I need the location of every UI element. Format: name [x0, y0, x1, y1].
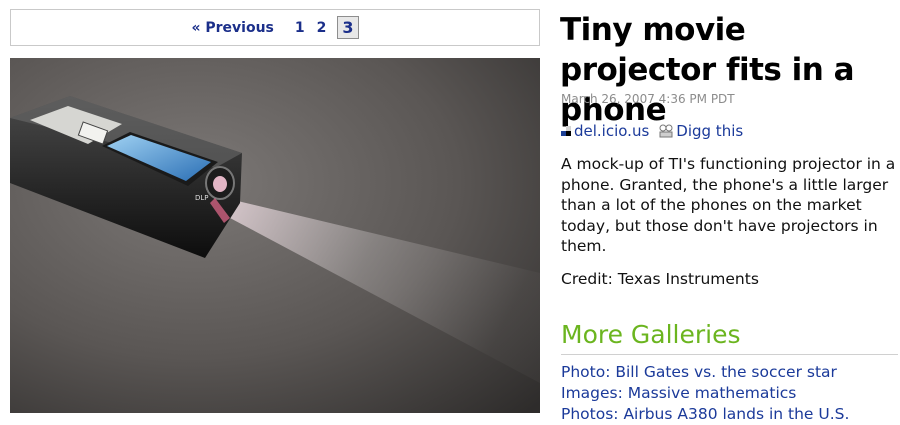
gallery-photo: DLP	[10, 58, 540, 413]
digg-link[interactable]: Digg this	[659, 122, 743, 140]
page-link-2[interactable]: 2	[317, 20, 327, 36]
page-link-1[interactable]: 1	[295, 20, 305, 36]
more-galleries-list: Photo: Bill Gates vs. the soccer star Im…	[561, 362, 849, 425]
digg-icon	[659, 124, 673, 138]
social-bookmarks: del.icio.us Digg this	[561, 122, 743, 140]
photo-caption: A mock-up of TI's functioning projector …	[561, 155, 896, 255]
digg-label: Digg this	[676, 122, 744, 140]
list-item: Photo: Bill Gates vs. the soccer star	[561, 362, 849, 383]
article-title: Tiny movie projector fits in a phone	[560, 12, 855, 128]
delicious-icon	[561, 126, 571, 136]
photo-credit: Credit: Texas Instruments	[561, 270, 759, 288]
list-item: Images: Massive mathematics	[561, 383, 849, 404]
more-galleries-heading: More Galleries	[561, 320, 741, 349]
gallery-link-mathematics[interactable]: Images: Massive mathematics	[561, 384, 796, 402]
article-date: March 26, 2007 4:36 PM PDT	[561, 92, 735, 106]
current-page: 3	[337, 16, 359, 39]
previous-link[interactable]: « Previous	[191, 20, 273, 36]
delicious-link[interactable]: del.icio.us	[561, 122, 649, 140]
gallery-pager: « Previous 1 2 3	[10, 9, 540, 46]
list-item: Photos: Airbus A380 lands in the U.S.	[561, 404, 849, 425]
phone-label-glyph: DLP	[195, 194, 209, 202]
gallery-link-airbus[interactable]: Photos: Airbus A380 lands in the U.S.	[561, 405, 849, 423]
phone-projector-photo: DLP	[10, 58, 540, 413]
gallery-link-bill-gates[interactable]: Photo: Bill Gates vs. the soccer star	[561, 363, 837, 381]
delicious-label: del.icio.us	[574, 122, 650, 140]
more-galleries-divider	[561, 354, 898, 355]
